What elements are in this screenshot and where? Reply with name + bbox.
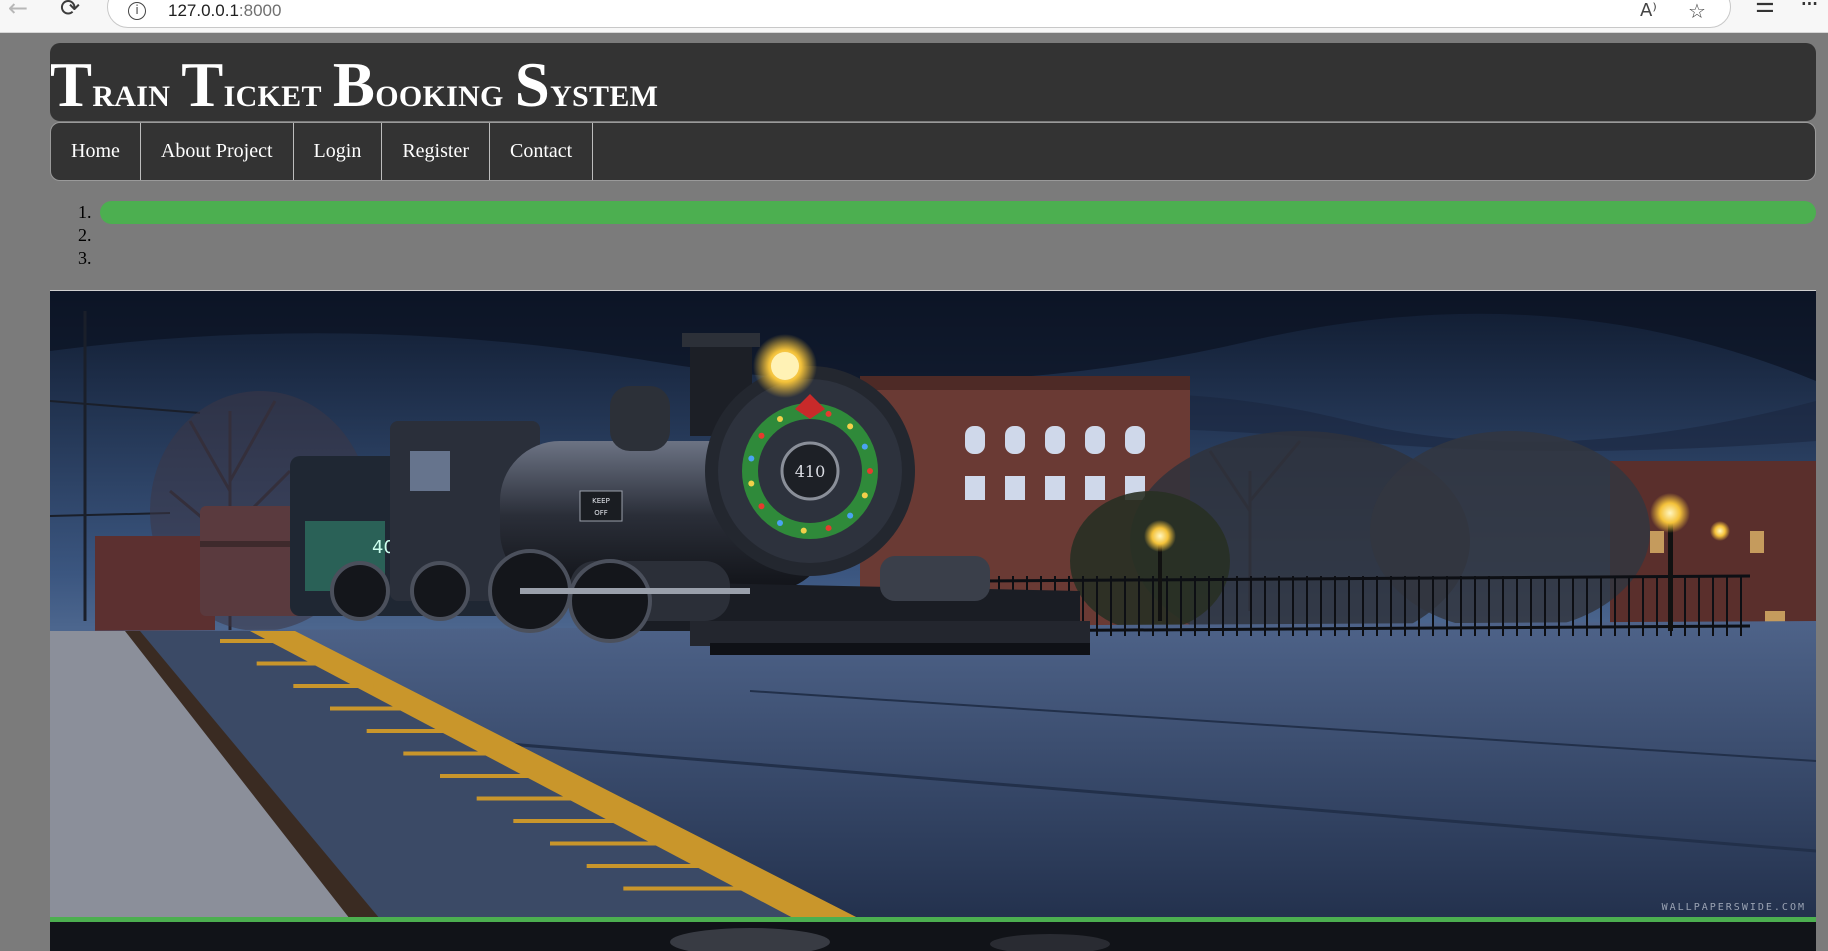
favorites-icon[interactable]: ☰: [1755, 0, 1775, 17]
indicator-number-1: 1.: [78, 202, 92, 222]
title-word-initial: T: [181, 50, 224, 120]
svg-text:KEEP: KEEP: [592, 497, 610, 505]
title-word-initial: S: [514, 50, 551, 120]
title-word-initial: B: [332, 50, 376, 120]
browser-toolbar: ← ⟳ i 127.0.0.1:8000 A⁾ ☆ ☰ ···: [0, 0, 1828, 33]
svg-text:OFF: OFF: [594, 509, 608, 517]
title-word-rest: ooking: [375, 69, 504, 116]
title-word: System: [515, 52, 659, 118]
next-slide-image: [50, 922, 1816, 951]
info-icon[interactable]: i: [128, 2, 146, 20]
back-arrow-icon[interactable]: ←: [8, 0, 28, 20]
main-nav: Home About Project Login Register Contact: [50, 122, 1816, 181]
nav-item-home[interactable]: Home: [51, 123, 141, 180]
url-host: 127.0.0.1: [168, 1, 239, 20]
site-header: Train Ticket Booking System: [50, 43, 1816, 121]
site-title: Train Ticket Booking System: [50, 52, 658, 126]
slide-indicator-active[interactable]: [100, 201, 1816, 224]
title-word: Train: [50, 52, 171, 118]
nav-item-about-project[interactable]: About Project: [141, 123, 294, 180]
indicator-number-2: 2.: [78, 225, 92, 245]
address-bar[interactable]: i 127.0.0.1:8000 A⁾ ☆: [107, 0, 1731, 28]
title-word-rest: ystem: [550, 69, 659, 116]
image-watermark: WALLPAPERSWIDE.COM: [1661, 902, 1806, 913]
menu-dots-icon[interactable]: ···: [1800, 0, 1819, 16]
nav-item-contact[interactable]: Contact: [490, 123, 594, 180]
indicator-number-3: 3.: [78, 248, 92, 268]
title-word-initial: T: [50, 50, 93, 120]
svg-text:410: 410: [795, 462, 826, 481]
title-word-rest: rain: [92, 69, 171, 116]
title-word: Ticket: [181, 52, 322, 118]
steam-locomotive-image: 40 410 KEEP OFF: [50, 291, 1816, 918]
hero-slide-image: 40 410 KEEP OFF WALLPAPERSWIDE.COM: [50, 290, 1816, 918]
next-slide-preview: [50, 922, 1816, 951]
title-word: Booking: [333, 52, 504, 118]
nav-item-login[interactable]: Login: [294, 123, 383, 180]
star-icon[interactable]: ☆: [1688, 1, 1706, 21]
title-word-rest: icket: [223, 69, 322, 116]
nav-item-register[interactable]: Register: [382, 123, 490, 180]
url-port: :8000: [238, 1, 282, 20]
url-text[interactable]: 127.0.0.1:8000: [168, 1, 281, 21]
reload-icon[interactable]: ⟳: [60, 0, 80, 20]
read-aloud-icon[interactable]: A⁾: [1640, 1, 1657, 21]
